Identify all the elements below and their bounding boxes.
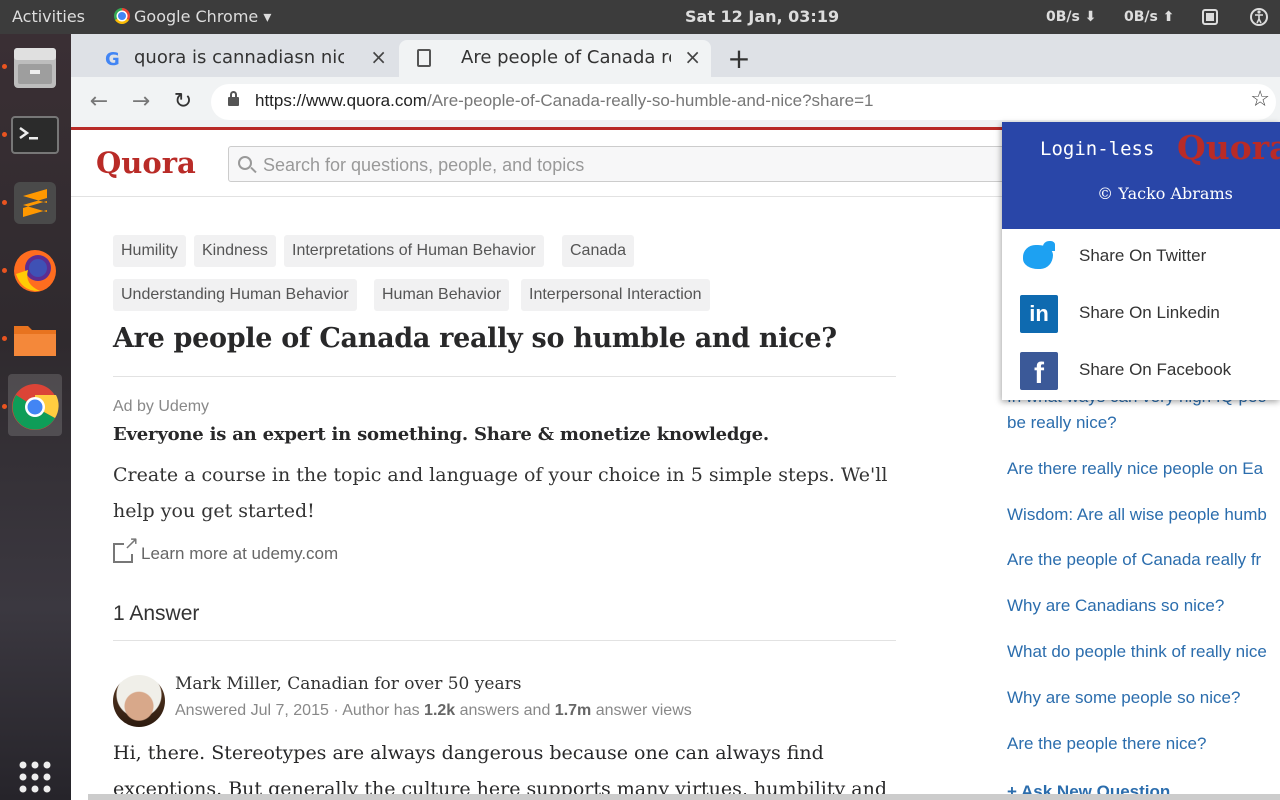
clock[interactable]: Sat 12 Jan, 03:19	[685, 0, 839, 34]
twitter-icon	[1020, 238, 1058, 276]
folder-icon[interactable]	[8, 312, 62, 366]
search-input[interactable]: Search for questions, people, and topics	[263, 155, 584, 176]
running-indicator	[2, 132, 7, 137]
meta-text: Answered Jul 7, 2015 · Author has	[175, 702, 425, 719]
tab-strip: G quora is cannadiasn nice - × Are peopl…	[71, 34, 1280, 77]
topic-tag[interactable]: Humility	[113, 235, 186, 267]
back-button[interactable]: ←	[87, 89, 111, 114]
question-title: Are people of Canada really so humble an…	[113, 323, 837, 354]
meta-text: answers and	[455, 702, 555, 719]
answer-meta: Answered Jul 7, 2015 · Author has 1.2k a…	[175, 702, 692, 720]
answer-text: Hi, there. Stereotypes are always danger…	[113, 742, 887, 800]
topic-tag[interactable]: Interpersonal Interaction	[521, 279, 710, 311]
running-indicator	[2, 200, 7, 205]
ad-link-text: Learn more at udemy.com	[141, 544, 339, 563]
horizontal-scrollbar[interactable]	[88, 794, 1280, 800]
share-twitter-button[interactable]: Share On Twitter	[1002, 229, 1280, 286]
tab-quora-question[interactable]: Are people of Canada rea ×	[399, 40, 711, 77]
running-indicator	[2, 336, 7, 341]
terminal-icon[interactable]	[8, 108, 62, 162]
tab-quora-search[interactable]: G quora is cannadiasn nice - ×	[81, 40, 397, 77]
popup-credit: © Yacko Abrams	[1097, 184, 1233, 203]
topic-tag[interactable]: Interpretations of Human Behavior	[284, 235, 544, 267]
chrome-icon	[114, 8, 130, 24]
search-icon	[238, 156, 252, 170]
ad-body: Create a course in the topic and languag…	[113, 464, 888, 522]
related-question-link[interactable]: Are the people there nice?	[1007, 734, 1206, 754]
browser-toolbar: ← → ↻ https://www.quora.com/Are-people-o…	[71, 77, 1280, 127]
avatar[interactable]	[113, 675, 165, 727]
bookmark-star-icon[interactable]: ☆	[1250, 87, 1270, 112]
app-menu-label: Google Chrome ▾	[134, 7, 272, 26]
dock	[0, 34, 71, 800]
tab-title: Are people of Canada rea	[461, 47, 671, 68]
accessibility-icon[interactable]	[1250, 0, 1268, 34]
show-apps-icon[interactable]	[8, 750, 62, 800]
answer-count: 1 Answer	[113, 602, 200, 625]
lock-icon[interactable]	[228, 91, 239, 106]
related-question-link[interactable]: Why are Canadians so nice?	[1007, 596, 1224, 616]
url-path: /Are-people-of-Canada-really-so-humble-a…	[426, 91, 874, 110]
page-favicon-icon	[417, 49, 431, 67]
running-indicator	[2, 404, 7, 409]
related-question-link[interactable]: Wisdom: Are all wise people humb	[1007, 505, 1267, 525]
share-extension-popup: Login-less Quora © Yacko Abrams Share On…	[1002, 122, 1280, 400]
linkedin-icon: in	[1020, 295, 1058, 333]
popup-header: Login-less Quora © Yacko Abrams	[1002, 122, 1280, 229]
ad-title[interactable]: Everyone is an expert in something. Shar…	[113, 424, 769, 445]
external-link-icon	[113, 533, 140, 563]
related-question-link[interactable]: be really nice?	[1007, 413, 1117, 433]
system-top-bar: Activities Google Chrome ▾ Sat 12 Jan, 0…	[0, 0, 1280, 34]
topic-tag[interactable]: Canada	[562, 235, 635, 267]
views-count: 1.7m	[554, 702, 592, 719]
url-host: https://www.quora.com	[255, 91, 427, 110]
reload-button[interactable]: ↻	[171, 89, 195, 114]
share-label: Share On Twitter	[1079, 246, 1207, 265]
net-download-speed: 0B/s ⬇	[1046, 9, 1097, 25]
meta-text: answer views	[591, 702, 692, 719]
related-question-link[interactable]: Are there really nice people on Ea	[1007, 459, 1263, 479]
chrome-dock-icon[interactable]	[8, 374, 62, 436]
tab-title: quora is cannadiasn nice -	[134, 47, 344, 68]
forward-button[interactable]: →	[129, 89, 153, 114]
files-icon[interactable]	[8, 40, 62, 94]
share-label: Share On Linkedin	[1079, 303, 1220, 322]
google-favicon-icon: G	[105, 49, 120, 70]
new-tab-button[interactable]: +	[727, 42, 751, 75]
running-indicator	[2, 64, 7, 69]
author-name[interactable]: Mark Miller, Canadian for over 50 years	[175, 674, 521, 694]
answers-count: 1.2k	[424, 702, 456, 719]
running-indicator	[2, 268, 7, 273]
search-box[interactable]: Search for questions, people, and topics	[228, 146, 1018, 182]
related-question-link[interactable]: What do people think of really nice	[1007, 642, 1267, 662]
ad-label: Ad by Udemy	[113, 398, 210, 415]
sublime-text-icon[interactable]	[8, 176, 62, 230]
url-text[interactable]: https://www.quora.com/Are-people-of-Cana…	[255, 91, 873, 111]
app-menu[interactable]: Google Chrome ▾	[114, 0, 271, 34]
topic-tag[interactable]: Kindness	[194, 235, 276, 267]
close-tab-icon[interactable]: ×	[684, 45, 701, 69]
close-tab-icon[interactable]: ×	[370, 45, 387, 69]
ad-link[interactable]: Learn more at udemy.com	[113, 533, 339, 564]
topic-tag[interactable]: Understanding Human Behavior	[113, 279, 357, 311]
share-facebook-button[interactable]: f Share On Facebook	[1002, 343, 1280, 400]
related-question-link[interactable]: Are the people of Canada really fr	[1007, 550, 1261, 570]
clipboard-icon[interactable]	[1202, 0, 1218, 34]
net-upload-speed: 0B/s ⬆	[1124, 9, 1175, 25]
share-linkedin-button[interactable]: in Share On Linkedin	[1002, 286, 1280, 343]
popup-title: Login-less	[1040, 138, 1155, 160]
related-question-link[interactable]: Why are some people so nice?	[1007, 688, 1240, 708]
topic-tag[interactable]: Human Behavior	[374, 279, 510, 311]
facebook-icon: f	[1020, 352, 1058, 390]
share-label: Share On Facebook	[1079, 360, 1232, 379]
address-bar[interactable]: https://www.quora.com/Are-people-of-Cana…	[211, 84, 1276, 120]
firefox-icon[interactable]	[8, 244, 62, 298]
divider	[113, 640, 896, 641]
popup-brand: Quora	[1177, 128, 1280, 167]
quora-logo[interactable]: Quora	[96, 146, 196, 180]
divider	[113, 376, 896, 377]
activities-button[interactable]: Activities	[12, 0, 85, 34]
